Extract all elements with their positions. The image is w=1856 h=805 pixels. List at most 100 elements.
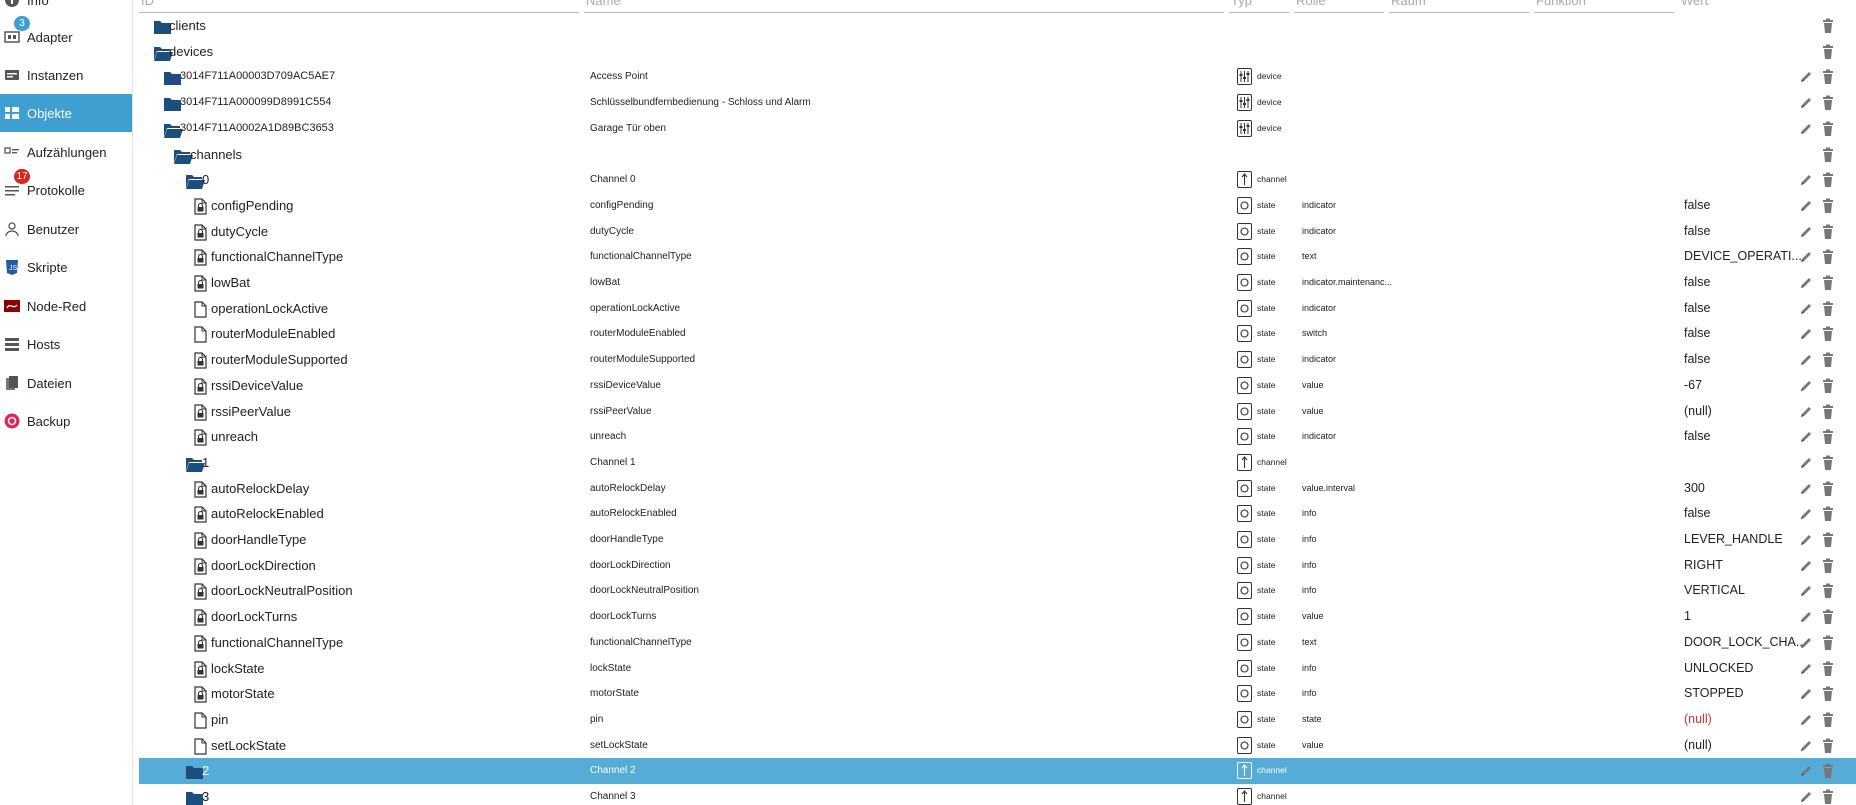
edit-icon[interactable]: [1798, 198, 1814, 214]
column-function-filter[interactable]: Funktion ▾: [1534, 0, 1674, 13]
delete-icon[interactable]: [1820, 712, 1836, 728]
tree-state-row[interactable]: dutyCycle dutyCycle state indicator false: [139, 219, 1856, 245]
edit-icon[interactable]: [1798, 275, 1814, 291]
locked-file-icon[interactable]: [193, 506, 207, 526]
locked-file-icon[interactable]: [193, 558, 207, 578]
object-value[interactable]: false: [1684, 321, 1808, 347]
edit-icon[interactable]: [1798, 789, 1814, 805]
tree-folder-row[interactable]: 3014F711A00003D709AC5AE7 Access Point devi…: [139, 64, 1856, 90]
delete-icon[interactable]: [1820, 301, 1836, 317]
tree-folder-row[interactable]: 0 Channel 0 channel: [139, 167, 1856, 193]
edit-icon[interactable]: [1798, 69, 1814, 85]
edit-icon[interactable]: [1798, 481, 1814, 497]
object-value[interactable]: (null): [1684, 399, 1808, 425]
object-value[interactable]: 300: [1684, 476, 1808, 502]
locked-file-icon[interactable]: [193, 609, 207, 629]
edit-icon[interactable]: [1798, 172, 1814, 188]
tree-state-row[interactable]: lockState lockState state info UNLOCKED: [139, 656, 1856, 682]
tree-state-row[interactable]: doorLockNeutralPosition doorLockNeutralPo…: [139, 578, 1856, 604]
delete-icon[interactable]: [1820, 532, 1836, 548]
sidebar-item-node-red[interactable]: Node-Red: [0, 287, 132, 325]
column-id-header[interactable]: ID: [139, 0, 579, 13]
sidebar-item-instanzen[interactable]: Instanzen: [0, 56, 132, 94]
locked-file-icon[interactable]: [193, 660, 207, 681]
edit-icon[interactable]: [1798, 686, 1814, 702]
column-type-filter[interactable]: Typ ▾: [1229, 0, 1289, 13]
tree-folder-row[interactable]: 3014F711A0002A1D89BC3653 Garage Tür oben d…: [139, 116, 1856, 142]
column-role-filter[interactable]: Rolle ▾: [1294, 0, 1384, 13]
tree-state-row[interactable]: motorState motorState state info STOPPED: [139, 681, 1856, 707]
edit-icon[interactable]: [1798, 583, 1814, 599]
edit-icon[interactable]: [1798, 249, 1814, 265]
tree-state-row[interactable]: rssiPeerValue rssiPeerValue state value (nul…: [139, 399, 1856, 425]
file-icon[interactable]: [193, 326, 207, 346]
tree-state-row[interactable]: routerModuleEnabled routerModuleEnabled st…: [139, 321, 1856, 347]
delete-icon[interactable]: [1820, 352, 1836, 368]
tree-folder-row[interactable]: 2 Channel 2 channel: [139, 758, 1856, 784]
edit-icon[interactable]: [1798, 95, 1814, 111]
delete-icon[interactable]: [1820, 249, 1836, 265]
sidebar-item-adapter[interactable]: Adapter 3: [0, 16, 132, 56]
edit-icon[interactable]: [1798, 224, 1814, 240]
tree-state-row[interactable]: doorLockDirection doorLockDirection state i…: [139, 553, 1856, 579]
delete-icon[interactable]: [1820, 172, 1836, 188]
delete-icon[interactable]: [1820, 429, 1836, 445]
edit-icon[interactable]: [1798, 558, 1814, 574]
object-value[interactable]: STOPPED: [1684, 681, 1808, 707]
object-value[interactable]: (null): [1684, 707, 1808, 733]
delete-icon[interactable]: [1820, 275, 1836, 291]
tree-state-row[interactable]: doorLockTurns doorLockTurns state value 1: [139, 604, 1856, 630]
delete-icon[interactable]: [1820, 44, 1836, 60]
object-value[interactable]: false: [1684, 347, 1808, 373]
delete-icon[interactable]: [1820, 147, 1836, 163]
delete-icon[interactable]: [1820, 69, 1836, 85]
edit-icon[interactable]: [1798, 301, 1814, 317]
locked-file-icon[interactable]: [193, 429, 207, 449]
sidebar-item-backup[interactable]: Backup: [0, 402, 132, 440]
file-icon[interactable]: [193, 712, 207, 732]
tree-folder-row[interactable]: devices: [139, 39, 1856, 65]
edit-icon[interactable]: [1798, 609, 1814, 625]
tree-state-row[interactable]: autoRelockDelay autoRelockDelay state value…: [139, 476, 1856, 502]
delete-icon[interactable]: [1820, 738, 1836, 754]
delete-icon[interactable]: [1820, 224, 1836, 240]
sidebar-item-benutzer[interactable]: Benutzer: [0, 210, 132, 248]
object-value[interactable]: DEVICE_OPERATI...: [1684, 244, 1808, 270]
edit-icon[interactable]: [1798, 455, 1814, 471]
delete-icon[interactable]: [1820, 583, 1836, 599]
edit-icon[interactable]: [1798, 378, 1814, 394]
object-value[interactable]: false: [1684, 296, 1808, 322]
edit-icon[interactable]: [1798, 712, 1814, 728]
column-room-filter[interactable]: Raum ▾: [1389, 0, 1529, 13]
tree-folder-row[interactable]: 1 Channel 1 channel: [139, 450, 1856, 476]
tree-folder-row[interactable]: 3014F711A000099D8991C554 Schlüsselbundfer…: [139, 90, 1856, 116]
delete-icon[interactable]: [1820, 326, 1836, 342]
sidebar-item-hosts[interactable]: Hosts: [0, 325, 132, 363]
object-value[interactable]: RIGHT: [1684, 553, 1808, 579]
object-value[interactable]: VERTICAL: [1684, 578, 1808, 604]
object-value[interactable]: false: [1684, 501, 1808, 527]
sidebar-item-dateien[interactable]: Dateien: [0, 364, 132, 402]
locked-file-icon[interactable]: [193, 686, 207, 706]
edit-icon[interactable]: [1798, 404, 1814, 420]
tree-folder-row[interactable]: clients: [139, 13, 1856, 39]
delete-icon[interactable]: [1820, 18, 1836, 34]
edit-icon[interactable]: [1798, 352, 1814, 368]
edit-icon[interactable]: [1798, 763, 1814, 779]
edit-icon[interactable]: [1798, 506, 1814, 522]
sidebar-item-objekte[interactable]: Objekte: [0, 94, 132, 132]
edit-icon[interactable]: [1798, 429, 1814, 445]
delete-icon[interactable]: [1820, 455, 1836, 471]
delete-icon[interactable]: [1820, 609, 1836, 625]
edit-icon[interactable]: [1798, 661, 1814, 677]
edit-icon[interactable]: [1798, 532, 1814, 548]
tree-state-row[interactable]: rssiDeviceValue rssiDeviceValue state value…: [139, 373, 1856, 399]
tree-state-row[interactable]: unreach unreach state indicator false: [139, 424, 1856, 450]
object-value[interactable]: -67: [1684, 373, 1808, 399]
delete-icon[interactable]: [1820, 506, 1836, 522]
locked-file-icon[interactable]: [193, 635, 207, 655]
locked-file-icon[interactable]: [193, 480, 207, 501]
locked-file-icon[interactable]: [193, 378, 207, 398]
object-value[interactable]: false: [1684, 270, 1808, 296]
tree-state-row[interactable]: lowBat lowBat state indicator.maintenanc...…: [139, 270, 1856, 296]
